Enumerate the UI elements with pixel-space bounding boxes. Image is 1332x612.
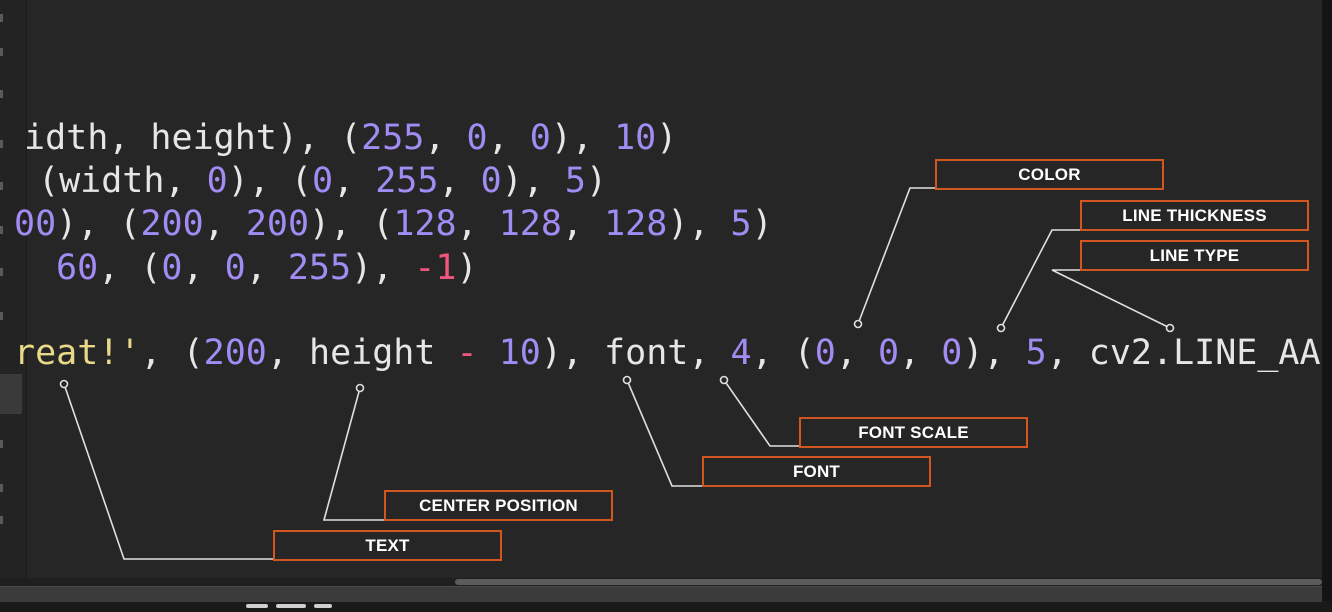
- bottom-panel-strip: [0, 586, 1322, 608]
- anchor-color: [853, 319, 863, 329]
- anchor-font-scale: [719, 375, 729, 385]
- annotation-text: TEXT: [273, 530, 502, 561]
- leader-line-type: [1051, 269, 1171, 329]
- anchor-font: [622, 375, 632, 385]
- anchor-center-position: [355, 383, 365, 393]
- annotation-font: FONT: [702, 456, 931, 487]
- anchor-line-type: [1165, 323, 1175, 333]
- annotation-leader-lines: [59, 187, 1175, 560]
- annotation-color: COLOR: [935, 159, 1164, 190]
- leader-color: [857, 187, 936, 325]
- horizontal-scrollbar-thumb[interactable]: [455, 579, 1322, 585]
- leader-font-scale: [723, 379, 800, 447]
- code-editor[interactable]: idth, height), (255, 0, 0), 10) (width, …: [0, 0, 1322, 578]
- annotation-center-position: CENTER POSITION: [384, 490, 613, 521]
- window-edge: [1322, 0, 1332, 601]
- annotation-line-thickness: LINE THICKNESS: [1080, 200, 1309, 231]
- annotation-line-type: LINE TYPE: [1080, 240, 1309, 271]
- anchor-line-thickness: [996, 323, 1006, 333]
- leader-center-position: [322, 387, 386, 521]
- annotation-font-scale: FONT SCALE: [799, 417, 1028, 448]
- anchor-text: [59, 379, 69, 389]
- leader-text: [63, 383, 274, 560]
- leader-font: [626, 379, 704, 487]
